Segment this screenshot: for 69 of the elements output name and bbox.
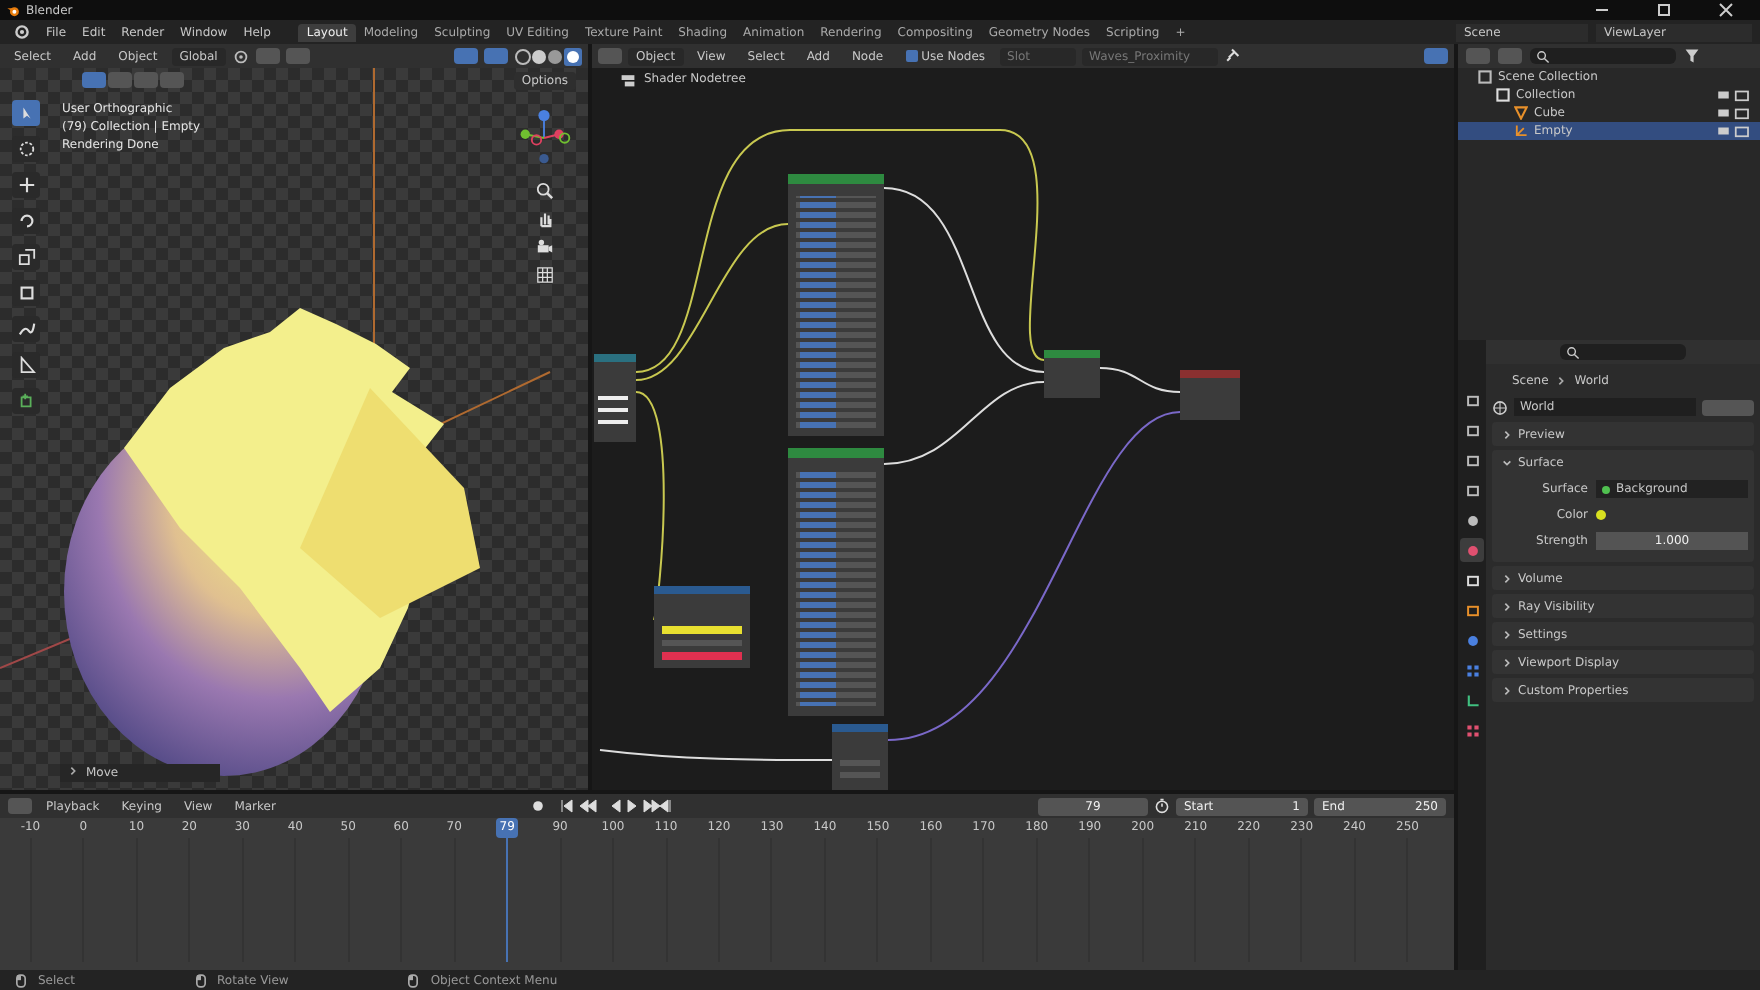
shader-node[interactable] <box>1180 370 1240 420</box>
mouse-icon <box>16 973 26 987</box>
checker-icon <box>1465 723 1479 737</box>
circle-icon <box>1465 633 1479 647</box>
box-icon <box>1478 70 1492 84</box>
chevron-icon <box>1502 457 1512 467</box>
shader-node[interactable] <box>1044 350 1100 398</box>
maximize-icon[interactable] <box>1656 2 1672 18</box>
box-icon <box>1465 573 1479 587</box>
eye-camera-icon[interactable] <box>1716 106 1752 120</box>
dots-icon <box>1465 663 1479 677</box>
scale-icon <box>17 248 35 266</box>
shading-spheres-icon[interactable] <box>514 47 582 65</box>
mouse-icon <box>408 973 419 987</box>
blender-logo-icon <box>6 3 20 17</box>
node-tree-icon <box>620 71 636 87</box>
color-swatch[interactable] <box>1596 510 1606 520</box>
shader-node[interactable] <box>832 724 888 790</box>
chevron-icon <box>1502 429 1512 439</box>
gizmo-toggle-button[interactable] <box>454 48 478 64</box>
axes-icon <box>1514 124 1528 138</box>
node-wire <box>1099 367 1181 393</box>
chevron-icon <box>1502 657 1512 667</box>
shader-node[interactable] <box>654 586 750 668</box>
overlay-toggle-button[interactable] <box>1424 48 1448 64</box>
tool-button[interactable] <box>12 316 40 342</box>
blender-logo-icon[interactable] <box>14 24 30 40</box>
ruler-icon <box>17 356 35 374</box>
pivot-icon[interactable] <box>231 47 250 65</box>
tool-button[interactable] <box>12 388 40 414</box>
tool-button[interactable] <box>12 172 40 198</box>
square-icon <box>1465 603 1479 617</box>
pencil-icon <box>17 320 35 338</box>
target-icon <box>17 140 35 158</box>
shader-node[interactable] <box>788 174 884 436</box>
tool-button[interactable] <box>12 352 40 378</box>
move-arrows-icon <box>17 176 35 194</box>
cursor-arrow-icon <box>17 104 35 122</box>
triangle-icon <box>1514 106 1528 120</box>
tool-button[interactable] <box>12 244 40 270</box>
overlay-toggle-button[interactable] <box>484 48 508 64</box>
grid-icon[interactable] <box>535 266 554 284</box>
zoom-icon[interactable] <box>535 182 554 200</box>
chevron-icon <box>68 766 78 776</box>
cube-icon <box>17 392 35 410</box>
chevron-icon <box>1556 375 1567 385</box>
search-icon <box>1566 345 1580 359</box>
chevron-icon <box>1502 629 1512 639</box>
close-icon[interactable] <box>1718 2 1734 18</box>
mouse-icon <box>195 973 206 987</box>
eye-camera-icon[interactable] <box>1716 88 1752 102</box>
chevron-icon <box>1502 685 1512 695</box>
search-field[interactable] <box>1560 344 1686 360</box>
transform-icon <box>17 284 35 302</box>
hand-icon[interactable] <box>535 210 554 228</box>
search-icon <box>1536 49 1550 63</box>
rotate-icon <box>17 212 35 230</box>
shader-node[interactable] <box>594 354 636 442</box>
playback-controls-icon[interactable] <box>559 798 672 814</box>
stopwatch-icon[interactable] <box>1154 798 1170 814</box>
search-field[interactable] <box>1530 48 1676 64</box>
record-icon[interactable] <box>529 798 546 814</box>
eye-camera-icon[interactable] <box>1716 124 1752 138</box>
chevron-icon <box>1502 573 1512 583</box>
tool-button[interactable] <box>12 280 40 306</box>
filter-icon[interactable] <box>1684 48 1700 64</box>
shader-node[interactable] <box>788 448 884 716</box>
chevron-icon <box>1502 601 1512 611</box>
box-icon <box>1496 88 1510 102</box>
